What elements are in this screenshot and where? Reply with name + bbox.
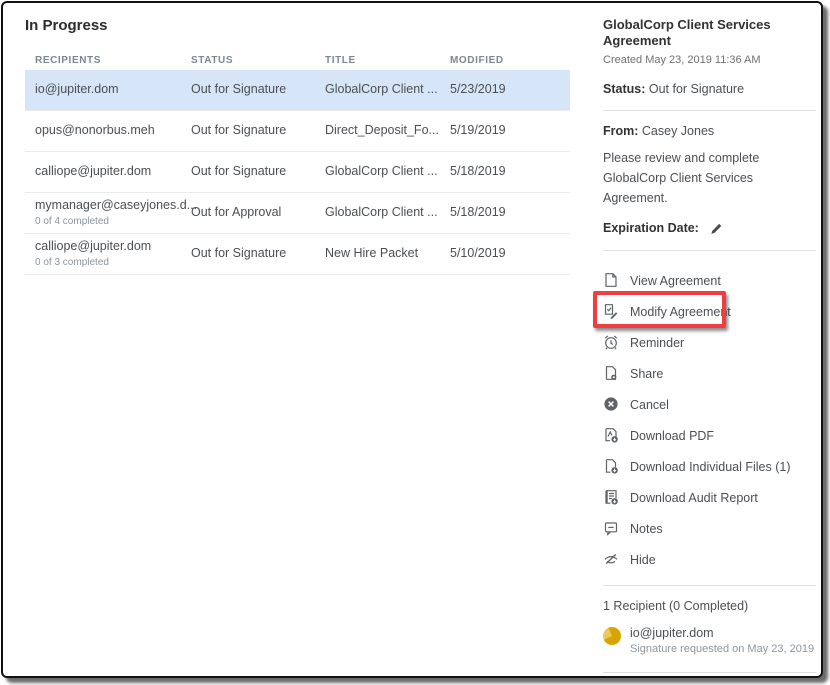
action-label: Reminder [630, 336, 684, 350]
row-status: Out for Approval [191, 205, 325, 221]
download-files-icon [603, 458, 619, 477]
row-status: Out for Signature [191, 123, 325, 139]
from-value: Casey Jones [642, 124, 714, 138]
column-header-recipients: RECIPIENTS [35, 55, 191, 66]
modify-agreement-icon [603, 303, 619, 322]
reminder-clock-icon [603, 334, 619, 353]
row-recipient: calliope@jupiter.dom 0 of 3 completed [35, 239, 191, 269]
cancel-circle-icon [603, 396, 619, 415]
download-pdf-icon [603, 427, 619, 446]
divider [603, 250, 816, 251]
reminder-button[interactable]: Reminder [603, 328, 816, 359]
divider [603, 585, 816, 586]
column-header-title: TITLE [325, 55, 450, 66]
row-title: Direct_Deposit_Fo... [325, 123, 450, 139]
recipient-avatar [603, 627, 621, 645]
row-recipient-email: mymanager@caseyjones.d... [35, 198, 191, 214]
row-recipient: opus@nonorbus.meh [35, 123, 191, 139]
column-header-modified: MODIFIED [450, 55, 570, 66]
row-title: GlobalCorp Client ... [325, 205, 450, 221]
recipient-signature-status: Signature requested on May 23, 2019 [630, 643, 814, 655]
page-title: In Progress [25, 11, 570, 34]
table-row[interactable]: mymanager@caseyjones.d... 0 of 4 complet… [25, 193, 570, 234]
hide-button[interactable]: Hide [603, 545, 816, 576]
row-recipient: mymanager@caseyjones.d... 0 of 4 complet… [35, 198, 191, 228]
recipient-email: io@jupiter.dom [630, 626, 814, 640]
view-agreement-button[interactable]: View Agreement [603, 266, 816, 297]
row-modified: 5/18/2019 [450, 164, 570, 180]
download-audit-icon [603, 489, 619, 508]
download-audit-report-button[interactable]: Download Audit Report [603, 483, 816, 514]
expiration-label: Expiration Date: [603, 221, 699, 235]
row-modified: 5/10/2019 [450, 246, 570, 262]
action-label: Notes [630, 522, 663, 536]
action-label: Hide [630, 553, 656, 567]
action-label: Modify Agreement [630, 305, 731, 319]
row-modified: 5/23/2019 [450, 82, 570, 98]
agreement-message: Please review and complete GlobalCorp Cl… [603, 148, 816, 208]
cancel-button[interactable]: Cancel [603, 390, 816, 421]
row-modified: 5/19/2019 [450, 123, 570, 139]
column-header-status: STATUS [191, 55, 325, 66]
row-modified: 5/18/2019 [450, 205, 570, 221]
row-status: Out for Signature [191, 164, 325, 180]
row-completed-count: 0 of 3 completed [35, 257, 191, 270]
expiration-date-row: Expiration Date: [603, 221, 816, 236]
view-agreement-icon [603, 272, 619, 291]
status-value: Out for Signature [649, 82, 744, 96]
row-title: New Hire Packet [325, 246, 450, 262]
share-document-icon [603, 365, 619, 384]
table-row[interactable]: calliope@jupiter.dom Out for Signature G… [25, 152, 570, 193]
recipient-item[interactable]: io@jupiter.dom Signature requested on Ma… [603, 626, 816, 655]
screenshot-frame: In Progress RECIPIENTS STATUS TITLE MODI… [1, 1, 823, 678]
row-title: GlobalCorp Client ... [325, 164, 450, 180]
action-label: Download PDF [630, 429, 714, 443]
row-recipient-email: calliope@jupiter.dom [35, 239, 191, 255]
row-recipient: calliope@jupiter.dom [35, 164, 191, 180]
share-button[interactable]: Share [603, 359, 816, 390]
table-header: RECIPIENTS STATUS TITLE MODIFIED [25, 50, 570, 70]
agreement-created-date: Created May 23, 2019 11:36 AM [603, 54, 816, 66]
recipients-heading: 1 Recipient (0 Completed) [603, 599, 816, 613]
table-row[interactable]: io@jupiter.dom Out for Signature GlobalC… [25, 70, 570, 111]
notes-bubble-icon [603, 520, 619, 539]
action-label: Share [630, 367, 663, 381]
hide-eye-icon [603, 551, 619, 570]
action-label: View Agreement [630, 274, 721, 288]
download-individual-files-button[interactable]: Download Individual Files (1) [603, 452, 816, 483]
row-completed-count: 0 of 4 completed [35, 216, 191, 229]
in-progress-list: In Progress RECIPIENTS STATUS TITLE MODI… [25, 11, 570, 275]
action-label: Cancel [630, 398, 669, 412]
from-label: From: [603, 124, 638, 138]
agreement-status: Status: Out for Signature [603, 82, 816, 96]
edit-pencil-icon[interactable] [709, 221, 724, 236]
status-label: Status: [603, 82, 645, 96]
row-title: GlobalCorp Client ... [325, 82, 450, 98]
table-row[interactable]: calliope@jupiter.dom 0 of 3 completed Ou… [25, 234, 570, 275]
modify-agreement-button[interactable]: Modify Agreement [603, 297, 816, 328]
notes-button[interactable]: Notes [603, 514, 816, 545]
download-pdf-button[interactable]: Download PDF [603, 421, 816, 452]
row-status: Out for Signature [191, 82, 325, 98]
agreement-title: GlobalCorp Client Services Agreement [603, 17, 816, 50]
action-label: Download Audit Report [630, 491, 758, 505]
divider [603, 672, 816, 673]
row-recipient: io@jupiter.dom [35, 82, 191, 98]
row-status: Out for Signature [191, 246, 325, 262]
agreement-detail-panel: GlobalCorp Client Services Agreement Cre… [603, 17, 816, 678]
agreement-from: From: Casey Jones [603, 124, 816, 138]
action-label: Download Individual Files (1) [630, 460, 791, 474]
action-menu: View Agreement Modify Agreement Reminder [603, 266, 816, 576]
divider [603, 110, 816, 111]
table-row[interactable]: opus@nonorbus.meh Out for Signature Dire… [25, 111, 570, 152]
